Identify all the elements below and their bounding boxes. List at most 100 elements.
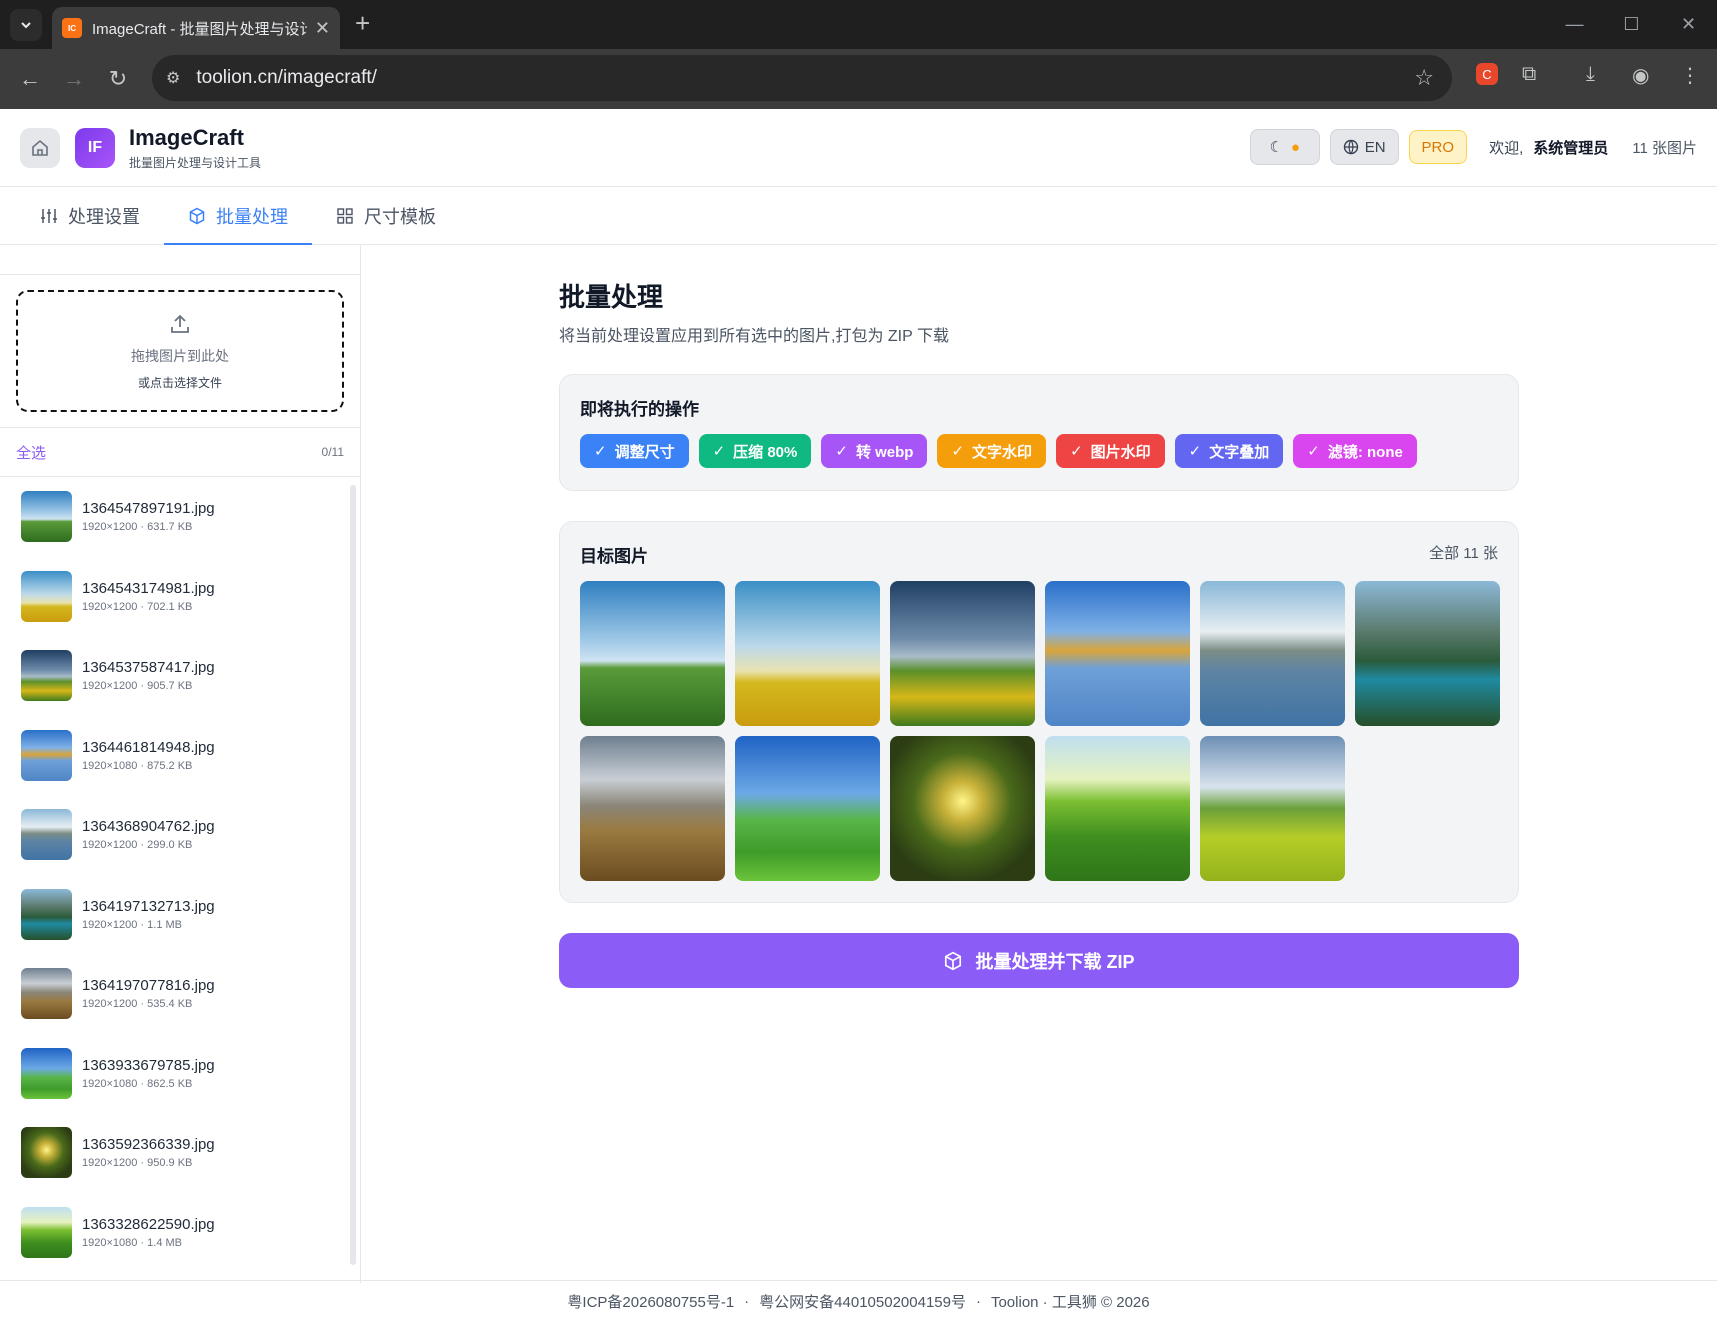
file-item[interactable]: 1363933679785.jpg 1920×1080 · 862.5 KB xyxy=(0,1034,360,1114)
home-icon xyxy=(32,139,48,156)
home-button[interactable] xyxy=(20,127,60,168)
target-image xyxy=(1200,581,1345,726)
reload-button[interactable]: ↻ xyxy=(96,66,140,92)
sliders-icon xyxy=(41,208,57,223)
target-image xyxy=(1045,581,1190,726)
package-icon xyxy=(945,951,962,970)
grid-icon xyxy=(337,207,353,224)
icp-link[interactable]: 粤ICP备2026080755号-1 xyxy=(567,1291,734,1312)
window-close-icon[interactable]: ✕ xyxy=(1660,0,1717,49)
tab-label: 处理设置 xyxy=(68,206,140,227)
operation-tag: ✓ 滤镜: none xyxy=(1293,434,1417,468)
file-item[interactable]: 1364537587417.jpg 1920×1200 · 905.7 KB xyxy=(0,636,360,716)
check-icon: ✓ xyxy=(1070,443,1083,460)
file-item[interactable]: 1364197077816.jpg 1920×1200 · 535.4 KB xyxy=(0,954,360,1034)
bookmark-star-icon[interactable]: ☆ xyxy=(1414,65,1434,91)
file-name: 1363592366339.jpg xyxy=(82,1136,215,1154)
profile-icon[interactable]: ◉ xyxy=(1632,63,1649,88)
puzzle-icon[interactable]: ⧉ xyxy=(1522,63,1536,86)
file-item[interactable]: 1364368904762.jpg 1920×1200 · 299.0 KB xyxy=(0,795,360,875)
new-tab-button[interactable]: + xyxy=(355,8,370,39)
tab-batch-process[interactable]: 批量处理 xyxy=(164,187,312,245)
file-thumbnail xyxy=(21,888,72,940)
file-item[interactable]: 1363592366339.jpg 1920×1200 · 950.9 KB xyxy=(0,1113,360,1193)
page-title: 批量处理 xyxy=(559,282,664,312)
operation-tag: ✓ 转 webp xyxy=(821,434,928,468)
check-icon: ✓ xyxy=(1188,443,1202,460)
forward-button[interactable]: → xyxy=(52,66,96,92)
app-subtitle: 批量图片处理与设计工具 xyxy=(129,155,262,170)
file-name: 1363328622590.jpg xyxy=(82,1215,215,1233)
file-item[interactable]: 1363328622590.jpg 1920×1080 · 1.4 MB xyxy=(0,1193,360,1273)
minimize-icon[interactable]: — xyxy=(1546,0,1603,49)
file-item[interactable]: 1364543174981.jpg 1920×1200 · 702.1 KB xyxy=(0,557,360,637)
address-bar[interactable]: ⚙ toolion.cn/imagecraft/ ☆ xyxy=(152,55,1452,101)
sidebar-top xyxy=(0,245,360,275)
app-name: ImageCraft xyxy=(129,124,244,150)
file-meta: 1920×1080 · 862.5 KB xyxy=(82,1077,193,1090)
dropzone[interactable]: 拖拽图片到此处 或点击选择文件 xyxy=(16,290,344,412)
operation-label: 转 webp xyxy=(855,443,914,461)
app-header: IF ImageCraft 批量图片处理与设计工具 ☾ ● EN PRO 欢迎, … xyxy=(0,109,1717,187)
operation-label: 文字叠加 xyxy=(1209,443,1270,461)
tab-title: ImageCraft - 批量图片处理与设计工具 xyxy=(92,20,307,38)
file-name: 1364547897191.jpg xyxy=(82,500,215,518)
footer: 粤ICP备2026080755号-1 · 粤公网安备44010502004159… xyxy=(0,1280,1717,1321)
check-icon: ✓ xyxy=(835,443,848,460)
maximize-icon[interactable]: ☐ xyxy=(1603,0,1660,49)
browser-toolbar: ← → ↻ ⚙ toolion.cn/imagecraft/ ☆ C ⧉ ⤓ ◉… xyxy=(0,49,1717,109)
operation-tag: ✓ 图片水印 xyxy=(1056,434,1165,468)
extension-icon[interactable]: C xyxy=(1476,63,1498,85)
language-button[interactable]: EN xyxy=(1329,129,1399,165)
operation-label: 调整尺寸 xyxy=(614,443,675,461)
batch-download-button[interactable]: 批量处理并下载 ZIP xyxy=(559,933,1519,988)
select-all-link[interactable]: 全选 xyxy=(16,442,46,463)
file-name: 1364543174981.jpg xyxy=(82,579,215,597)
scrollbar[interactable] xyxy=(350,485,356,1265)
browser-tab[interactable]: IC ImageCraft - 批量图片处理与设计工具 ✕ xyxy=(52,7,340,49)
download-icon[interactable]: ⤓ xyxy=(1586,63,1595,86)
file-meta: 1920×1080 · 1.4 MB xyxy=(82,1236,182,1249)
app-logo: IF xyxy=(75,127,115,168)
file-thumbnail xyxy=(21,1206,72,1258)
file-item[interactable]: 1364197132713.jpg 1920×1200 · 1.1 MB xyxy=(0,875,360,955)
footer-separator: · xyxy=(975,1292,981,1310)
main-panel: 批量处理 将当前处理设置应用到所有选中的图片,打包为 ZIP 下载 即将执行的操… xyxy=(361,245,1717,1283)
file-name: 1364461814948.jpg xyxy=(82,738,215,756)
tab-process-settings[interactable]: 处理设置 xyxy=(16,187,164,244)
sidebar: 拖拽图片到此处 或点击选择文件 全选 0/11 1364547897191.jp… xyxy=(0,245,361,1283)
pro-badge[interactable]: PRO xyxy=(1408,130,1468,164)
tab-search-button[interactable] xyxy=(10,8,42,41)
file-item[interactable]: 1364461814948.jpg 1920×1080 · 875.2 KB xyxy=(0,716,360,796)
tab-size-templates[interactable]: 尺寸模板 xyxy=(312,187,460,244)
file-thumbnail xyxy=(21,968,72,1020)
user-name: 系统管理员 xyxy=(1533,139,1609,157)
file-name: 1364197077816.jpg xyxy=(82,977,215,995)
target-image xyxy=(890,736,1035,881)
theme-toggle-button[interactable]: ☾ ● xyxy=(1249,129,1320,165)
file-item[interactable]: 1364547897191.jpg 1920×1200 · 631.7 KB xyxy=(0,477,360,557)
package-icon xyxy=(189,207,205,224)
operations-card: 即将执行的操作 ✓ 调整尺寸 ✓ 压缩 80% ✓ 转 webp ✓ 文字水印 ✓ 图片水印 ✓ 文字… xyxy=(559,374,1519,491)
file-thumbnail xyxy=(21,491,72,543)
batch-download-label: 批量处理并下载 ZIP xyxy=(975,951,1135,972)
menu-icon[interactable]: ⋮ xyxy=(1680,63,1700,88)
back-button[interactable]: ← xyxy=(8,66,52,92)
operation-label: 滤镜: none xyxy=(1327,443,1403,461)
file-name: 1364537587417.jpg xyxy=(82,659,215,677)
operation-label: 文字水印 xyxy=(972,443,1033,461)
target-image xyxy=(890,581,1035,726)
crescent-icon: ● xyxy=(1290,138,1300,156)
file-thumbnail xyxy=(21,729,72,781)
chevron-down-icon xyxy=(21,21,31,28)
site-info-icon[interactable]: ⚙ xyxy=(166,68,180,88)
operation-tag: ✓ 文字水印 xyxy=(937,434,1047,468)
file-list: 1364547897191.jpg 1920×1200 · 631.7 KB 13… xyxy=(0,477,360,1272)
image-count: 11 张图片 xyxy=(1632,139,1697,157)
check-icon: ✓ xyxy=(1307,443,1320,460)
check-icon: ✓ xyxy=(594,443,607,460)
police-link[interactable]: 粤公网安备44010502004159号 xyxy=(759,1291,966,1312)
close-icon[interactable]: ✕ xyxy=(315,18,330,39)
file-name: 1364368904762.jpg xyxy=(82,818,215,836)
check-icon: ✓ xyxy=(712,443,726,460)
